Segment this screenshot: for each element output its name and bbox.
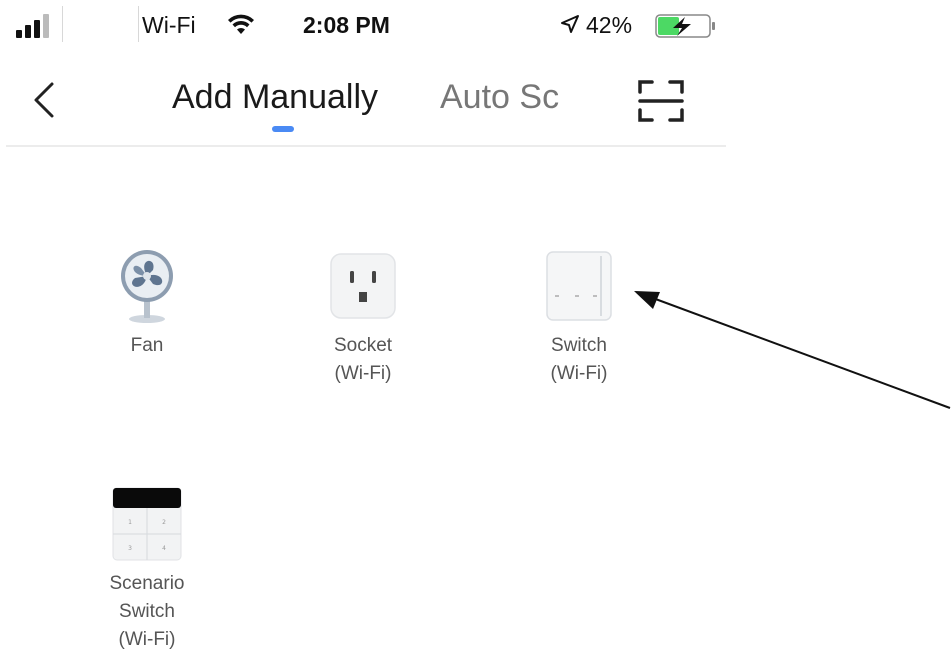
switch-icon [546,251,612,321]
scan-icon[interactable] [636,78,686,124]
active-tab-indicator [272,126,294,132]
back-chevron-icon[interactable] [30,80,60,120]
svg-text:1: 1 [128,519,132,526]
fan-icon [121,250,173,323]
tab-auto-scan[interactable]: Auto Sc [440,78,559,117]
svg-text:4: 4 [162,545,166,552]
status-separator [62,6,63,42]
device-fan[interactable]: Fan [82,246,212,360]
device-scenario-switch-wifi[interactable]: 1 2 3 4 Scenario Switch (Wi-Fi) [82,484,212,654]
device-label: Scenario Switch (Wi-Fi) [109,573,185,650]
carrier-label: Wi-Fi [142,12,196,38]
svg-text:2: 2 [162,519,166,526]
device-label: Socket (Wi-Fi) [333,335,393,384]
add-device-screen: Wi-Fi 2:08 PM 42% Add Manually Auto Sc F… [0,0,951,656]
wifi-icon [228,14,254,34]
status-separator [138,6,139,42]
nav-divider [6,145,726,147]
annotation-arrow-icon [634,291,951,409]
battery-charging-icon [655,14,715,38]
status-bar: Wi-Fi 2:08 PM 42% [0,0,730,50]
device-socket-wifi[interactable]: Socket (Wi-Fi) [298,246,428,388]
socket-icon [330,253,396,319]
scenario-switch-icon: 1 2 3 4 [112,487,182,561]
device-label: Fan [130,335,164,356]
nav-bar: Add Manually Auto Sc [0,58,730,148]
tab-add-manually[interactable]: Add Manually [172,78,378,117]
svg-text:3: 3 [128,545,132,552]
signal-icon [16,14,49,38]
clock-time: 2:08 PM [303,12,390,38]
location-icon [561,15,579,33]
battery-percent: 42% [586,12,633,38]
